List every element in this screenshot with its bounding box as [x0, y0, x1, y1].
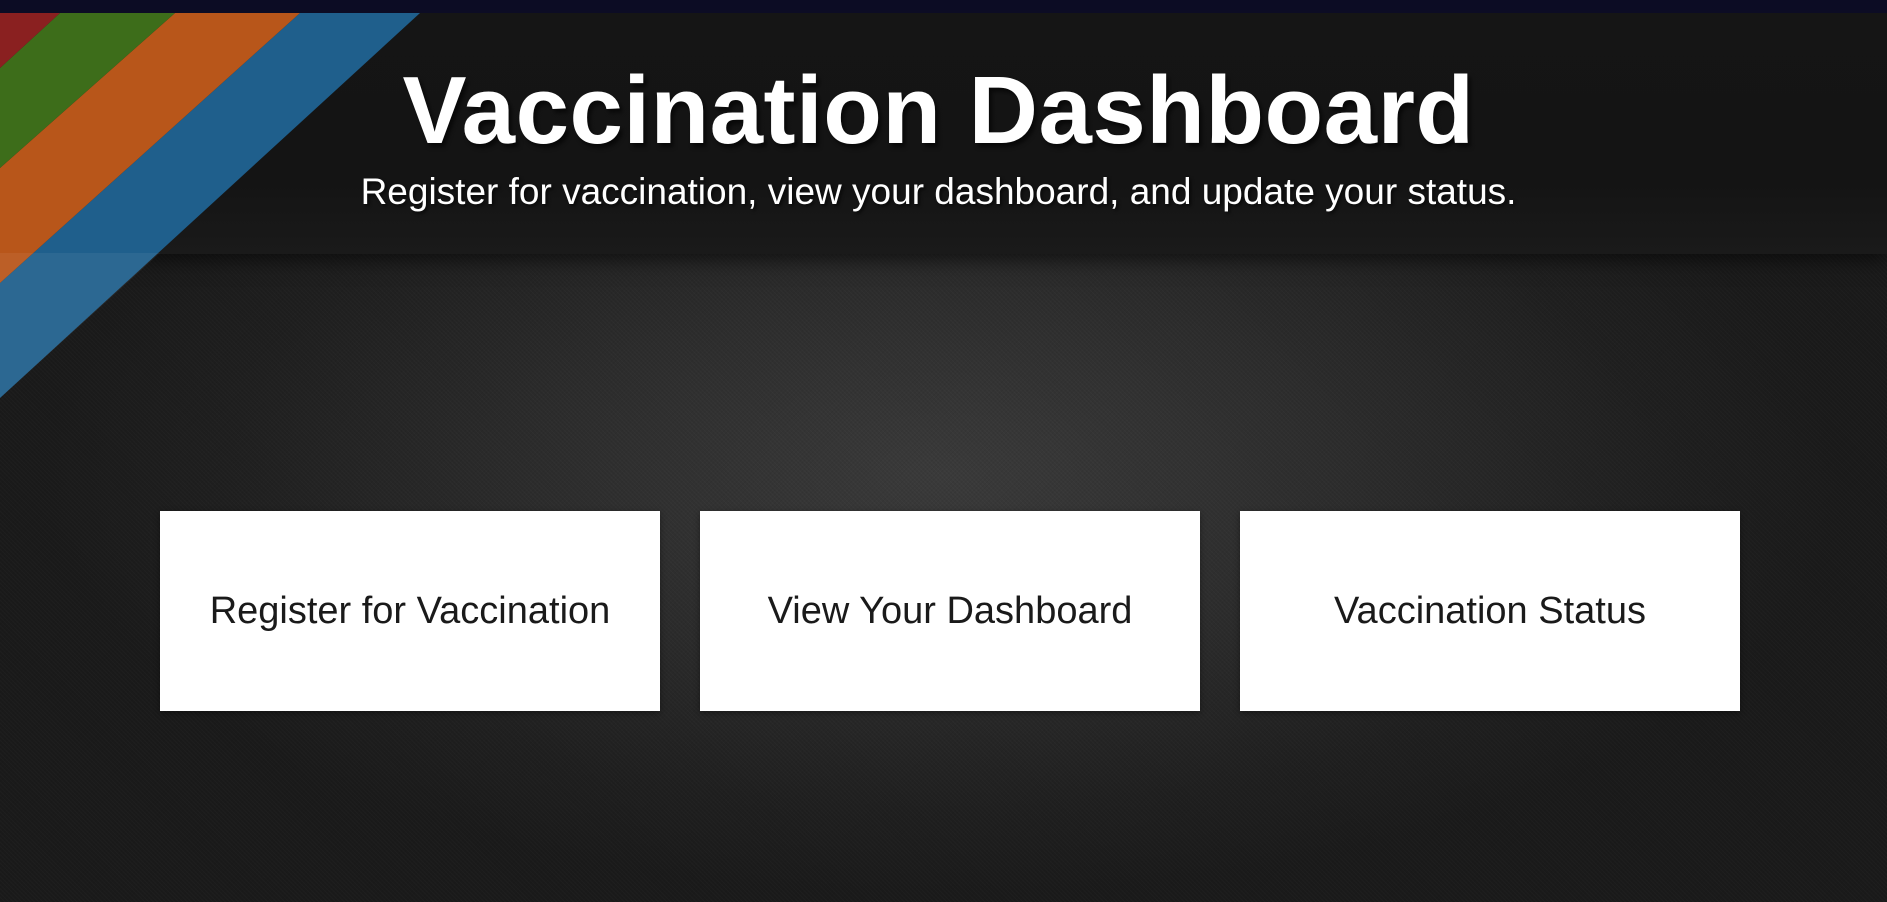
register-for-vaccination-button[interactable]: Register for Vaccination — [160, 511, 660, 711]
page-subtitle: Register for vaccination, view your dash… — [360, 171, 1517, 212]
status-button-label: Vaccination Status — [1334, 589, 1646, 632]
action-cards: Register for Vaccination View Your Dashb… — [160, 511, 1740, 711]
stripe-shadow — [0, 253, 160, 398]
vaccination-status-button[interactable]: Vaccination Status — [1240, 511, 1740, 711]
dashboard-button-label: View Your Dashboard — [767, 589, 1133, 632]
view-dashboard-button[interactable]: View Your Dashboard — [700, 511, 1200, 711]
register-button-label: Register for Vaccination — [209, 589, 611, 632]
page-title: Vaccination Dashboard — [402, 57, 1475, 164]
top-strip — [0, 0, 1887, 13]
